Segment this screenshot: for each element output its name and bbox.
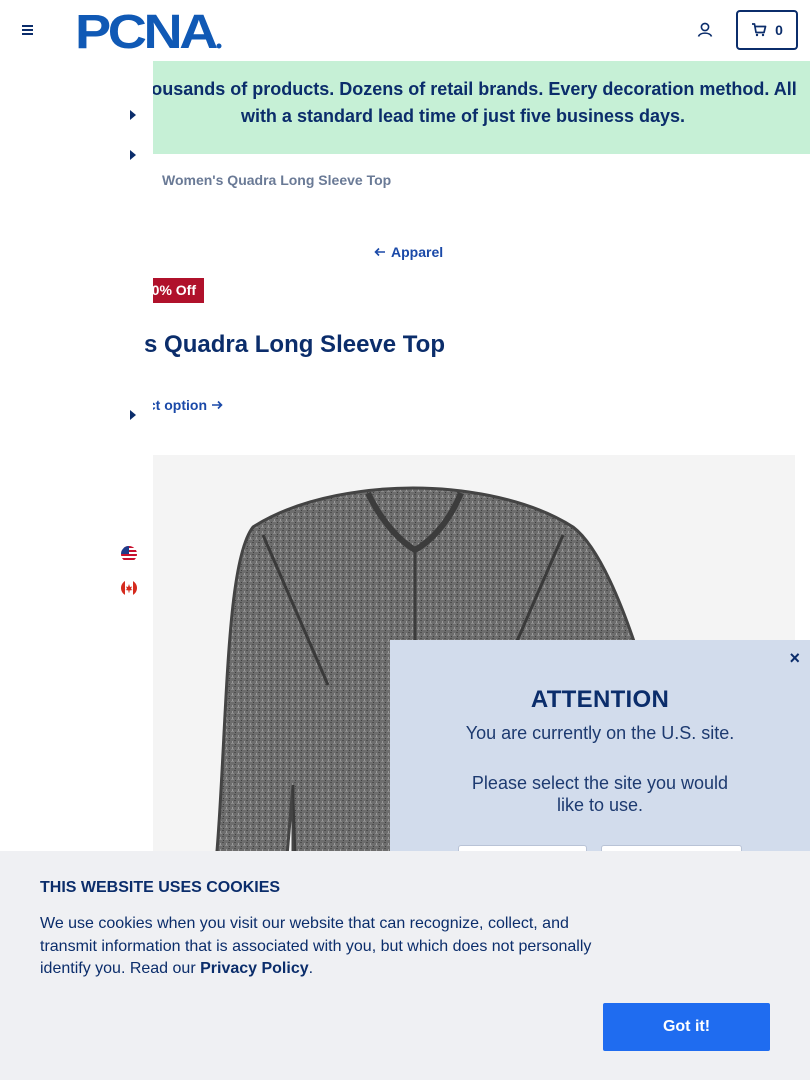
caret-right-icon[interactable] (129, 107, 137, 125)
cookie-text-body: We use cookies when you visit our websit… (40, 915, 592, 977)
pcna-logo[interactable]: PCNA (75, 6, 225, 59)
sale-badge-clip: 20% Off (153, 278, 204, 303)
product-title-clip: Women's Quadra Long Sleeve Top (145, 331, 445, 363)
cart-count: 0 (775, 22, 783, 38)
canada-flag-icon[interactable] (121, 580, 137, 596)
promo-banner: Thousands of products. Dozens of retail … (153, 61, 810, 154)
site-header: PCNA 0 (0, 0, 810, 61)
cookie-text-end: . (308, 960, 314, 977)
breadcrumb-current[interactable]: Women's Quadra Long Sleeve Top (162, 172, 391, 188)
menu-icon[interactable] (18, 20, 40, 40)
cookie-text: We use cookies when you visit our websit… (40, 913, 610, 981)
cookie-title: THIS WEBSITE USES COOKIES (40, 879, 281, 896)
back-link[interactable]: Apparel (374, 244, 443, 260)
caret-right-icon[interactable] (129, 147, 137, 165)
cookie-banner: THIS WEBSITE USES COOKIES We use cookies… (0, 851, 810, 1080)
site-selection-modal: × ATTENTION You are currently on the U.S… (390, 640, 810, 860)
us-flag-icon[interactable] (121, 546, 137, 562)
cart-button[interactable]: 0 (736, 10, 798, 50)
caret-right-icon[interactable] (129, 407, 137, 425)
promo-text: Thousands of products. Dozens of retail … (153, 79, 797, 126)
back-link-label: Apparel (391, 244, 444, 260)
close-icon[interactable]: × (789, 648, 800, 669)
option-link[interactable]: Select option (153, 397, 223, 417)
modal-question: Please select the site you would like to… (471, 773, 729, 815)
modal-message: You are currently on the U.S. site. (465, 723, 735, 743)
product-title: Women's Quadra Long Sleeve Top (145, 331, 445, 358)
option-link-label: Select option (153, 397, 207, 413)
cart-icon (752, 23, 767, 37)
accept-cookies-button[interactable]: Got it! (603, 1003, 770, 1051)
account-icon[interactable] (695, 20, 715, 40)
sale-badge: 20% Off (153, 278, 204, 303)
arrow-right-icon (212, 400, 223, 410)
privacy-policy-link[interactable]: Privacy Policy (200, 960, 309, 977)
arrow-left-icon (374, 247, 385, 257)
svg-text:PCNA: PCNA (75, 9, 218, 51)
modal-title: ATTENTION (530, 686, 670, 713)
